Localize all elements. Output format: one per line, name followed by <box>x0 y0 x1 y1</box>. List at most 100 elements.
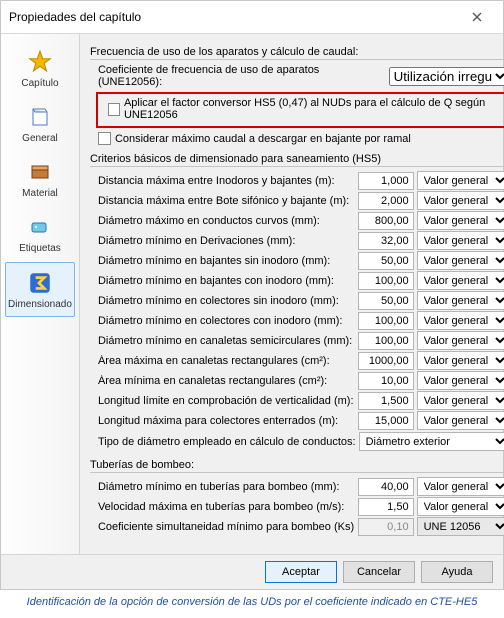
dialog-window: Propiedades del capítulo Capítulo Genera… <box>0 0 504 590</box>
pump-source-select[interactable]: Valor general <box>417 497 504 516</box>
window-title: Propiedades del capítulo <box>9 10 141 24</box>
criteria-label: Diámetro máximo en conductos curvos (mm)… <box>90 215 358 227</box>
sidebar-item-capitulo[interactable]: Capítulo <box>5 42 75 95</box>
pump-row: Diámetro mínimo en tuberías para bombeo … <box>90 477 504 496</box>
criteria-label: Diámetro mínimo en canaletas semicircula… <box>90 335 358 347</box>
diameter-type-select[interactable]: Diámetro exterior <box>359 432 504 451</box>
criteria-row: Diámetro mínimo en bajantes con inodoro … <box>90 271 504 290</box>
criteria-label: Distancia máxima entre Bote sifónico y b… <box>90 195 358 207</box>
section-frequency: Frecuencia de uso de los aparatos y cálc… <box>90 46 504 60</box>
criteria-label: Diámetro mínimo en bajantes con inodoro … <box>90 275 358 287</box>
criteria-value-input[interactable] <box>358 192 414 210</box>
criteria-value-input[interactable] <box>358 332 414 350</box>
pump-label: Velocidad máxima en tuberías para bombeo… <box>90 501 358 513</box>
criteria-value-input[interactable] <box>358 292 414 310</box>
criteria-value-input[interactable] <box>358 312 414 330</box>
section-criteria: Criterios básicos de dimensionado para s… <box>90 153 504 167</box>
criteria-label: Diámetro mínimo en colectores sin inodor… <box>90 295 358 307</box>
criteria-source-select[interactable]: Valor general <box>417 251 504 270</box>
sidebar-item-general[interactable]: General <box>5 97 75 150</box>
titlebar: Propiedades del capítulo <box>1 1 503 34</box>
criteria-label: Área máxima en canaletas rectangulares (… <box>90 355 358 367</box>
consider-max-label: Considerar máximo caudal a descargar en … <box>115 133 411 145</box>
highlight-box: Aplicar el factor conversor HS5 (0,47) a… <box>96 92 504 128</box>
criteria-source-select[interactable]: Valor general <box>417 311 504 330</box>
pump-value-input[interactable] <box>358 498 414 516</box>
criteria-value-input[interactable] <box>358 212 414 230</box>
coef-select[interactable]: Utilización irregular <box>389 67 504 86</box>
close-button[interactable] <box>459 7 495 27</box>
criteria-row: Diámetro mínimo en bajantes sin inodoro … <box>90 251 504 270</box>
pump-value-input <box>358 518 414 536</box>
coef-label: Coeficiente de frecuencia de uso de apar… <box>98 64 385 88</box>
criteria-source-select[interactable]: Valor general <box>417 371 504 390</box>
material-icon <box>26 158 54 186</box>
criteria-value-input[interactable] <box>358 392 414 410</box>
caption: Identificación de la opción de conversió… <box>0 590 504 618</box>
criteria-source-select[interactable]: Valor general <box>417 191 504 210</box>
criteria-row: Distancia máxima entre Bote sifónico y b… <box>90 191 504 210</box>
criteria-label: Distancia máxima entre Inodoros y bajant… <box>90 175 358 187</box>
criteria-value-input[interactable] <box>358 352 414 370</box>
criteria-value-input[interactable] <box>358 172 414 190</box>
pump-label: Diámetro mínimo en tuberías para bombeo … <box>90 481 358 493</box>
criteria-source-select[interactable]: Valor general <box>417 411 504 430</box>
apply-hs5-label: Aplicar el factor conversor HS5 (0,47) a… <box>124 97 504 121</box>
criteria-source-select[interactable]: Valor general <box>417 331 504 350</box>
pump-row: Velocidad máxima en tuberías para bombeo… <box>90 497 504 516</box>
criteria-source-select[interactable]: Valor general <box>417 291 504 310</box>
sidebar-item-dimensionado[interactable]: Dimensionado <box>5 262 75 317</box>
criteria-source-select[interactable]: Valor general <box>417 271 504 290</box>
criteria-row: Longitud límite en comprobación de verti… <box>90 391 504 410</box>
sidebar-item-etiquetas[interactable]: Etiquetas <box>5 207 75 260</box>
criteria-value-input[interactable] <box>358 252 414 270</box>
sidebar-item-label: General <box>22 133 58 144</box>
sidebar: Capítulo General Material Etiquetas <box>1 34 80 554</box>
dialog-footer: Aceptar Cancelar Ayuda <box>1 554 503 589</box>
pump-row: Coeficiente simultaneidad mínimo para bo… <box>90 517 504 536</box>
pump-value-input[interactable] <box>358 478 414 496</box>
criteria-row: Longitud máxima para colectores enterrad… <box>90 411 504 430</box>
help-button[interactable]: Ayuda <box>421 561 493 583</box>
criteria-label: Área mínima en canaletas rectangulares (… <box>90 375 358 387</box>
star-icon <box>26 48 54 76</box>
section-pump: Tuberías de bombeo: <box>90 459 504 473</box>
pump-label: Coeficiente simultaneidad mínimo para bo… <box>90 521 358 533</box>
criteria-label: Diámetro mínimo en colectores con inodor… <box>90 315 358 327</box>
sidebar-item-label: Dimensionado <box>8 299 72 310</box>
pump-source-select[interactable]: UNE 12056 <box>417 517 504 536</box>
criteria-value-input[interactable] <box>358 272 414 290</box>
criteria-label: Diámetro mínimo en Derivaciones (mm): <box>90 235 358 247</box>
criteria-source-select[interactable]: Valor general <box>417 351 504 370</box>
criteria-source-select[interactable]: Valor general <box>417 211 504 230</box>
criteria-row: Área máxima en canaletas rectangulares (… <box>90 351 504 370</box>
close-icon <box>472 12 482 22</box>
criteria-source-select[interactable]: Valor general <box>417 171 504 190</box>
cancel-button[interactable]: Cancelar <box>343 561 415 583</box>
criteria-value-input[interactable] <box>358 412 414 430</box>
criteria-source-select[interactable]: Valor general <box>417 391 504 410</box>
sidebar-item-label: Etiquetas <box>19 243 61 254</box>
sigma-icon <box>26 269 54 297</box>
criteria-value-input[interactable] <box>358 232 414 250</box>
criteria-row: Diámetro mínimo en Derivaciones (mm): Val… <box>90 231 504 250</box>
ok-button[interactable]: Aceptar <box>265 561 337 583</box>
criteria-label: Diámetro mínimo en bajantes sin inodoro … <box>90 255 358 267</box>
sidebar-item-material[interactable]: Material <box>5 152 75 205</box>
diameter-type-label: Tipo de diámetro empleado en cálculo de … <box>90 436 356 448</box>
pump-source-select[interactable]: Valor general <box>417 477 504 496</box>
criteria-row: Área mínima en canaletas rectangulares (… <box>90 371 504 390</box>
criteria-value-input[interactable] <box>358 372 414 390</box>
criteria-row: Diámetro mínimo en colectores con inodor… <box>90 311 504 330</box>
criteria-label: Longitud máxima para colectores enterrad… <box>90 415 358 427</box>
consider-max-checkbox[interactable] <box>98 132 111 145</box>
apply-hs5-checkbox[interactable] <box>108 103 120 116</box>
criteria-row: Diámetro mínimo en colectores sin inodor… <box>90 291 504 310</box>
criteria-row: Distancia máxima entre Inodoros y bajant… <box>90 171 504 190</box>
criteria-source-select[interactable]: Valor general <box>417 231 504 250</box>
sidebar-item-label: Capítulo <box>21 78 58 89</box>
criteria-row: Diámetro mínimo en canaletas semicircula… <box>90 331 504 350</box>
sidebar-item-label: Material <box>22 188 58 199</box>
criteria-label: Longitud límite en comprobación de verti… <box>90 395 358 407</box>
main-panel: Frecuencia de uso de los aparatos y cálc… <box>80 34 504 554</box>
